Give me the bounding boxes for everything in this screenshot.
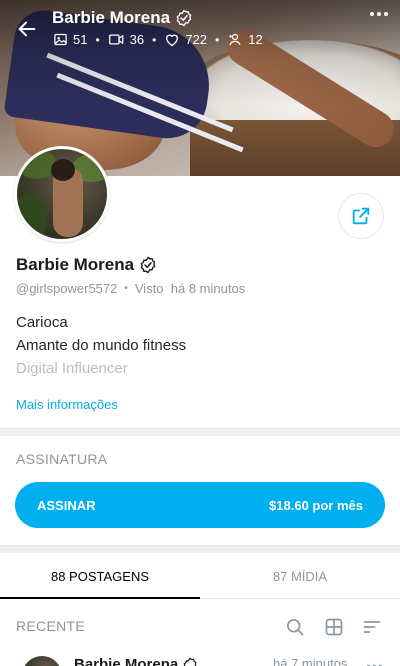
tab-posts[interactable]: 88 POSTAGENS — [0, 555, 200, 599]
recent-label: RECENTE — [16, 618, 85, 634]
verified-icon — [140, 256, 156, 274]
post-avatar[interactable] — [22, 656, 62, 666]
verified-icon — [176, 9, 192, 27]
back-button[interactable] — [12, 14, 42, 44]
stat-separator: • — [215, 32, 220, 47]
arrow-left-icon — [18, 21, 36, 37]
profile-meta: @girlspower5572 • Visto há 8 minutos — [16, 281, 245, 296]
subscription-title: ASSINATURA — [16, 451, 108, 467]
sort-button[interactable] — [361, 616, 383, 638]
subscribe-button[interactable]: ASSINAR $18.60 por mês — [15, 482, 385, 528]
stat-videos-value: 36 — [129, 32, 145, 47]
stat-separator: • — [95, 32, 100, 47]
search-icon — [287, 619, 304, 636]
bio-line: Carioca — [16, 314, 68, 331]
profile-handle: @girlspower5572 — [16, 281, 118, 296]
subscribe-price: $18.60 por mês — [269, 497, 363, 513]
section-divider — [0, 545, 400, 553]
bio-line: Amante do mundo fitness — [16, 337, 187, 354]
stat-photos: 51 — [53, 32, 87, 47]
stat-likes: 722 — [164, 32, 207, 47]
recent-toolbar: RECENTE — [0, 608, 400, 644]
sort-icon — [363, 621, 381, 633]
header-stats: 51 • 36 • 722 • 12 — [53, 32, 263, 47]
stat-photos-value: 51 — [73, 32, 88, 47]
share-icon — [352, 207, 370, 225]
content-tabs: 88 POSTAGENS 87 MÍDIA — [0, 555, 400, 599]
search-button[interactable] — [284, 616, 306, 638]
subscribe-label: ASSINAR — [37, 497, 96, 513]
profile-name-row: Barbie Morena — [16, 255, 157, 275]
top-bar: Barbie Morena 51 • 36 • 722 • 12 — [0, 0, 400, 60]
tab-media[interactable]: 87 MÍDIA — [200, 555, 400, 598]
profile-name: Barbie Morena — [16, 255, 135, 274]
post-author: Barbie Morena — [74, 656, 179, 666]
stat-videos: 36 — [108, 32, 144, 47]
profile-avatar[interactable] — [14, 146, 110, 242]
bio-line: Digital Influencer — [16, 360, 128, 377]
meta-separator: • — [124, 283, 128, 294]
avatar-foliage — [17, 149, 57, 179]
avatar-hair — [51, 159, 75, 181]
stat-likes-value: 722 — [185, 32, 208, 47]
stat-separator: • — [152, 32, 157, 47]
share-button[interactable] — [338, 193, 384, 239]
grid-icon — [325, 618, 343, 636]
post-item[interactable]: Barbie Morena há 7 minutos ••• — [0, 650, 400, 666]
fans-icon — [229, 33, 241, 46]
section-divider — [0, 428, 400, 436]
verified-icon — [183, 656, 197, 666]
profile-bio: Carioca Amante do mundo fitness Digital … — [16, 311, 186, 380]
stat-fans-value: 12 — [248, 32, 263, 47]
last-seen: Visto há 8 minutos — [134, 281, 246, 296]
grid-view-button[interactable] — [323, 616, 345, 638]
header-title-row: Barbie Morena — [52, 8, 193, 28]
post-author-row: Barbie Morena — [74, 656, 198, 666]
more-info-link[interactable]: Mais informações — [16, 397, 118, 412]
header-title: Barbie Morena — [52, 8, 171, 27]
post-time: há 7 minutos — [273, 656, 348, 666]
video-icon — [108, 34, 124, 45]
more-horizontal-icon — [370, 12, 388, 16]
post-more-icon[interactable]: ••• — [366, 658, 384, 666]
stat-fans: 12 — [227, 32, 263, 47]
heart-icon — [166, 34, 179, 47]
more-options-button[interactable] — [364, 4, 394, 24]
avatar-foliage — [17, 194, 47, 239]
image-icon — [54, 33, 67, 46]
